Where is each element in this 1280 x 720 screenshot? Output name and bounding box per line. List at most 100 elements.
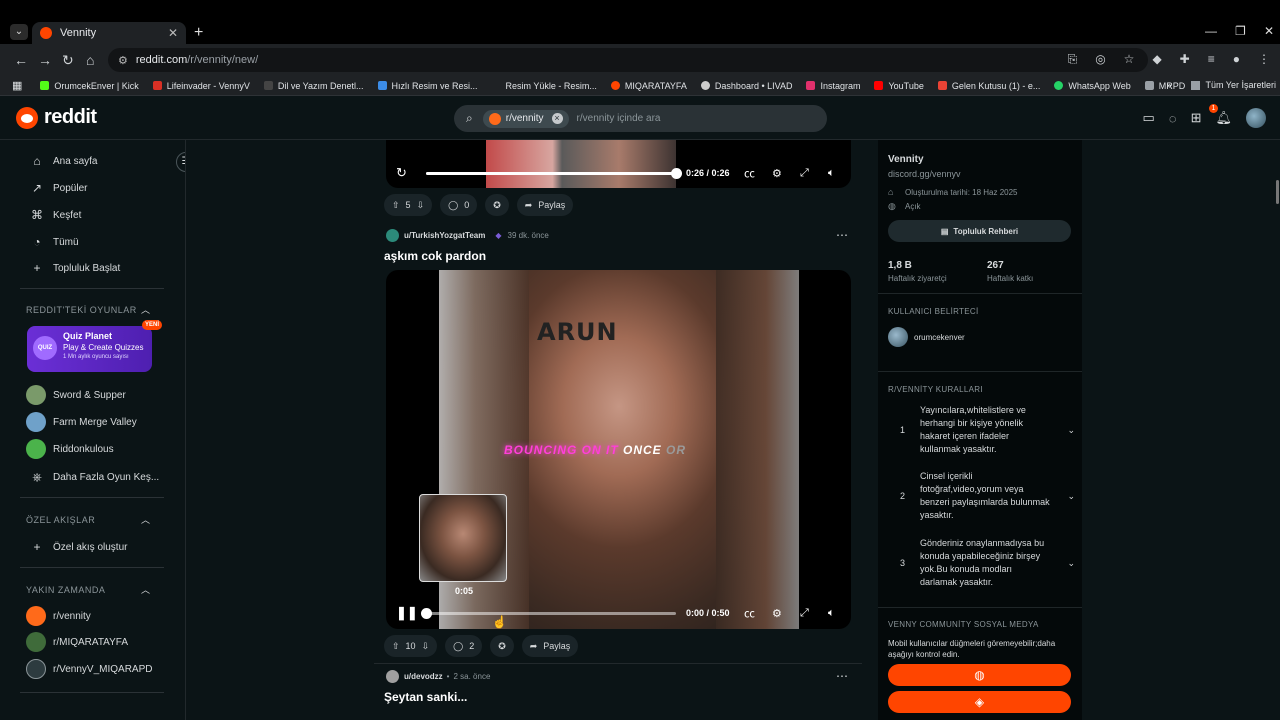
bookmark-item[interactable]: YouTube (874, 81, 924, 91)
install-app-icon[interactable]: ⎘ (1068, 52, 1078, 67)
recent-miqaratayfa[interactable]: r/MIQARATAYFA (26, 632, 128, 652)
avatar[interactable] (386, 670, 399, 683)
tab-search-button[interactable]: ⌄ (10, 24, 28, 40)
hide-icon[interactable]: ◎ (1095, 52, 1105, 67)
more-options-icon[interactable]: ⋯ (836, 669, 848, 683)
post-author[interactable]: u/devodzz (404, 672, 443, 681)
sidebar-game-riddonkulous[interactable]: Riddonkulous (26, 439, 114, 459)
chevron-up-icon[interactable]: ︿ (141, 583, 150, 596)
video-progress-knob[interactable] (671, 167, 682, 179)
more-options-icon[interactable]: ⋯ (836, 228, 848, 242)
share-button[interactable]: ➦ Paylaş (521, 635, 579, 657)
pause-icon[interactable]: ❚❚ (396, 605, 418, 621)
chat-icon[interactable]: ◌ (1169, 111, 1177, 126)
sidebar-item-home[interactable]: ⌂ Ana sayfa (30, 154, 97, 168)
avatar[interactable] (1246, 108, 1266, 128)
chevron-double-icon[interactable]: » (1166, 80, 1171, 90)
bookmark-item[interactable]: Hızlı Resim ve Resi... (377, 81, 478, 91)
chevron-up-icon[interactable]: ︿ (141, 303, 150, 316)
recent-vennity[interactable]: r/vennity (26, 606, 91, 626)
address-bar[interactable]: ⚙ reddit.com/r/vennity/new/ (108, 48, 1148, 72)
new-tab-button[interactable]: + (194, 24, 203, 42)
bookmark-item[interactable]: OrumcekEnver | Kick (40, 81, 139, 91)
captions-icon[interactable]: ㏄ (744, 165, 755, 181)
bookmark-item[interactable]: Dil ve Yazım Denetl... (263, 81, 364, 91)
bookmark-star-icon[interactable]: ☆ (1124, 52, 1135, 67)
home-icon[interactable]: ⌂ (86, 52, 94, 68)
replay-icon[interactable]: ↻ (396, 165, 407, 181)
bookmark-item[interactable]: Resim Yükle - Resim... (506, 81, 597, 91)
bookmark-item[interactable]: Lifeinvader - VennyV (152, 81, 250, 91)
forward-icon[interactable]: → (38, 52, 52, 68)
bookmark-item[interactable]: Instagram (806, 81, 860, 91)
upvote-icon[interactable]: ⇧ (392, 200, 400, 211)
site-info-icon[interactable]: ⚙ (118, 54, 128, 67)
bookmark-item[interactable]: WhatsApp Web (1054, 81, 1131, 91)
chevron-down-icon[interactable]: ⌄ (1067, 424, 1075, 437)
recent-vennyv-miqarapd[interactable]: r/VennyV_MIQARAPD (26, 659, 152, 679)
reload-icon[interactable]: ↻ (62, 52, 74, 69)
post-author[interactable]: u/TurkishYozgatTeam (404, 231, 485, 240)
create-post-icon[interactable]: ⊞ (1191, 110, 1202, 126)
upvote-icon[interactable]: ⇧ (392, 641, 400, 652)
post-title[interactable]: Şeytan sanki... (384, 690, 467, 704)
close-tab-icon[interactable]: ✕ (168, 26, 178, 40)
page-scrollbar[interactable] (1276, 180, 1279, 204)
video-progress-track[interactable] (426, 167, 682, 179)
video-progress-track[interactable] (421, 607, 676, 619)
bookmark-item[interactable]: Gelen Kutusu (1) - e... (937, 81, 1040, 91)
chevron-up-icon[interactable]: ︿ (141, 513, 150, 526)
community-guide-button[interactable]: ▤ Topluluk Rehberi (888, 220, 1071, 242)
window-close-icon[interactable]: ✕ (1264, 24, 1274, 38)
previous-video-player[interactable]: ↻ 0:26 / 0:26 ㏄ ⚙ ⤢ 🔈︎ (386, 140, 851, 188)
create-custom-feed[interactable]: + Özel akış oluştur (30, 540, 127, 554)
downvote-icon[interactable]: ⇩ (422, 641, 430, 652)
user-flair[interactable]: orumcekenver (888, 327, 965, 347)
comments-button[interactable]: ◯ 0 (440, 194, 478, 216)
fullscreen-icon[interactable]: ⤢ (800, 167, 809, 180)
back-icon[interactable]: ← (14, 52, 28, 68)
comments-button[interactable]: ◯ 2 (445, 635, 483, 657)
recent-title[interactable]: YAKIN ZAMANDA (26, 585, 105, 595)
settings-gear-icon[interactable]: ⚙ (772, 167, 782, 180)
restore-icon[interactable]: ❐ (1235, 24, 1246, 38)
sidebar-game-sword-supper[interactable]: Sword & Supper (26, 385, 126, 405)
collapse-sidebar-button[interactable]: ☰ (176, 152, 185, 172)
sidebar-game-farm-merge[interactable]: Farm Merge Valley (26, 412, 137, 432)
share-button[interactable]: ➦ Paylaş (516, 194, 574, 216)
apps-grid-icon[interactable]: ▦ (12, 79, 22, 92)
sidebar-item-start-community[interactable]: + Topluluk Başlat (30, 261, 120, 275)
video-player[interactable]: ARUN BOUNCING ON IT ONCE OR 0:05 ❚❚ 0:00… (386, 270, 851, 629)
video-progress-knob[interactable] (421, 607, 432, 619)
chevron-down-icon[interactable]: ⌄ (1067, 557, 1075, 570)
sidebar-item-all[interactable]: ◔ Tümü (30, 235, 78, 249)
fullscreen-icon[interactable]: ⤢ (800, 607, 809, 620)
avatar[interactable] (386, 229, 399, 242)
discord-button[interactable]: ◈ (888, 691, 1071, 713)
advertise-icon[interactable]: ▭ (1143, 110, 1155, 126)
games-section-title[interactable]: REDDIT'TEKİ OYUNLAR (26, 305, 137, 315)
custom-feeds-title[interactable]: ÖZEL AKIŞLAR (26, 515, 95, 525)
volume-icon[interactable]: 🔈︎ (828, 607, 835, 620)
profile-icon[interactable]: ● (1233, 52, 1240, 67)
award-button[interactable]: ✪ (485, 194, 509, 216)
puzzle-icon[interactable]: ✚ (1180, 52, 1190, 67)
community-link[interactable]: discord.gg/vennyv (888, 169, 961, 179)
rule-item[interactable]: 3 Gönderiniz onaylanmadıysa bu konuda ya… (900, 537, 1075, 589)
bookmark-item[interactable]: Dashboard • LIVAD (700, 81, 792, 91)
post-title[interactable]: aşkım cok pardon (384, 249, 486, 263)
website-button[interactable]: ◍ (888, 664, 1071, 686)
sidebar-item-popular[interactable]: ↗ Popüler (30, 181, 88, 195)
rule-item[interactable]: 2 Cinsel içerikli fotoğraf,video,yorum v… (900, 470, 1075, 522)
extension-icon[interactable]: ◆ (1152, 52, 1161, 67)
bookmark-item[interactable]: MIQARATAYFA (610, 81, 687, 91)
sidebar-item-explore[interactable]: ⌘ Keşfet (30, 208, 81, 222)
browser-tab[interactable]: Vennity ✕ (32, 22, 186, 44)
rule-item[interactable]: 1 Yayıncılara,whitelistlere ve herhangi … (900, 404, 1075, 456)
volume-icon[interactable]: 🔈︎ (828, 167, 835, 180)
media-icon[interactable]: ≡ (1208, 52, 1215, 67)
chevron-down-icon[interactable]: ⌄ (1067, 490, 1075, 503)
award-button[interactable]: ✪ (490, 635, 514, 657)
subreddit-chip[interactable]: r/vennity × (482, 109, 569, 128)
sidebar-more-games[interactable]: ⎈ Daha Fazla Oyun Keş... (30, 470, 159, 485)
